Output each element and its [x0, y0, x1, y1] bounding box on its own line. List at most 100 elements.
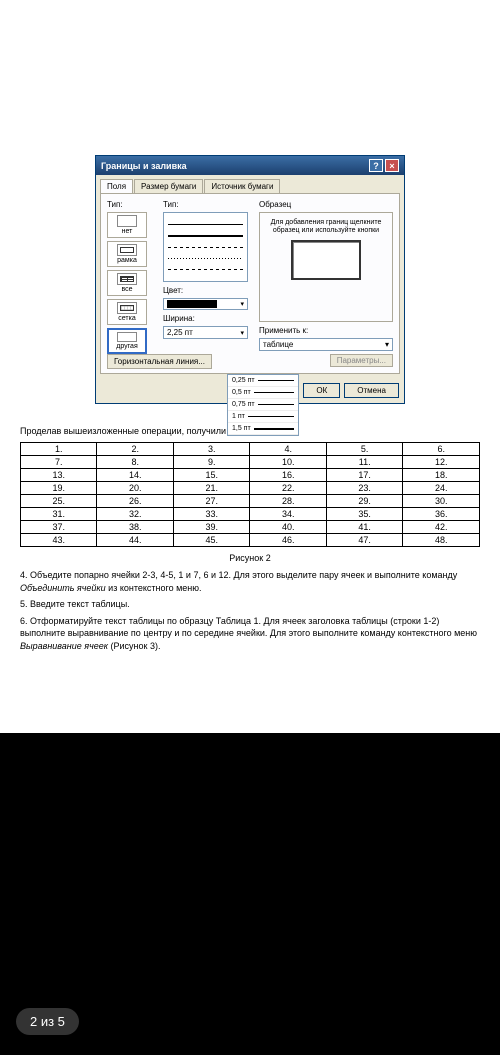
type-column: Тип: нет рамка все сетка другая [107, 200, 157, 367]
table-cell: 31. [21, 508, 97, 521]
cancel-button[interactable]: Отмена [344, 383, 399, 398]
help-button[interactable]: ? [369, 159, 383, 172]
table-row: 7.8.9.10.11.12. [21, 456, 480, 469]
table-row: 13.14.15.16.17.18. [21, 469, 480, 482]
table-row: 31.32.33.34.35.36. [21, 508, 480, 521]
type-none[interactable]: нет [107, 212, 147, 238]
table-cell: 44. [97, 534, 173, 547]
step-5: 5. Введите текст таблицы. [20, 598, 480, 611]
table-cell: 42. [403, 521, 480, 534]
type-all[interactable]: все [107, 270, 147, 296]
borders-dialog: Границы и заливка ? × Поля Размер бумаги… [95, 155, 405, 404]
table-cell: 12. [403, 456, 480, 469]
width-opt-15[interactable]: 1,5 пт [228, 423, 298, 435]
table-cell: 37. [21, 521, 97, 534]
table-cell: 43. [21, 534, 97, 547]
width-opt-1[interactable]: 1 пт [228, 411, 298, 423]
color-select[interactable]: ▾ [163, 298, 248, 310]
width-opt-025[interactable]: 0,25 пт [228, 375, 298, 387]
width-select[interactable]: 2,25 пт▾ [163, 326, 248, 339]
color-label: Цвет: [163, 286, 253, 295]
close-button[interactable]: × [385, 159, 399, 172]
horizontal-line-button[interactable]: Горизонтальная линия... [107, 354, 212, 369]
style-label: Тип: [163, 200, 253, 209]
table-cell: 41. [326, 521, 402, 534]
tab-paper-source[interactable]: Источник бумаги [204, 179, 280, 193]
table-cell: 48. [403, 534, 480, 547]
table-cell: 46. [250, 534, 326, 547]
table-cell: 9. [173, 456, 249, 469]
preview-grid[interactable] [291, 240, 361, 280]
table-cell: 22. [250, 482, 326, 495]
table-cell: 16. [250, 469, 326, 482]
dialog-body: Тип: нет рамка все сетка другая Тип: [100, 193, 400, 374]
dialog-tabs: Поля Размер бумаги Источник бумаги [96, 175, 404, 193]
table-cell: 34. [250, 508, 326, 521]
type-grid[interactable]: сетка [107, 299, 147, 325]
figure2-caption: Рисунок 2 [20, 553, 480, 563]
width-dropdown-list[interactable]: 0,25 пт 0,5 пт 0,75 пт 1 пт 1,5 пт [227, 374, 299, 436]
line-style-list[interactable] [163, 212, 248, 282]
table-cell: 38. [97, 521, 173, 534]
table-cell: 5. [326, 443, 402, 456]
params-button: Параметры... [330, 354, 393, 367]
step-4: 4. Объедите попарно ячейки 2-3, 4-5, 1 и… [20, 569, 480, 594]
dialog-title-text: Границы и заливка [101, 161, 187, 171]
table-cell: 36. [403, 508, 480, 521]
ok-button[interactable]: ОК [303, 383, 340, 398]
table-row: 19.20.21.22.23.24. [21, 482, 480, 495]
preview-hint: Для добавления границ щелкните образец и… [266, 219, 386, 236]
type-frame[interactable]: рамка [107, 241, 147, 267]
style-column: Тип: Цвет: ▾ Ширина: 2,25 пт▾ [163, 200, 253, 367]
table-cell: 28. [250, 495, 326, 508]
table-cell: 27. [173, 495, 249, 508]
table-cell: 17. [326, 469, 402, 482]
table-cell: 15. [173, 469, 249, 482]
table-cell: 14. [97, 469, 173, 482]
preview-box: Для добавления границ щелкните образец и… [259, 212, 393, 322]
type-other[interactable]: другая [107, 328, 147, 354]
apply-label: Применить к: [259, 326, 393, 335]
step-6: 6. Отформатируйте текст таблицы по образ… [20, 615, 480, 653]
table-cell: 7. [21, 456, 97, 469]
table-row: 25.26.27.28.29.30. [21, 495, 480, 508]
table-cell: 23. [326, 482, 402, 495]
top-margin [20, 20, 480, 155]
table-cell: 33. [173, 508, 249, 521]
page-indicator[interactable]: 2 из 5 [16, 1008, 79, 1035]
table-cell: 35. [326, 508, 402, 521]
apply-select[interactable]: таблице▾ [259, 338, 393, 351]
table-cell: 29. [326, 495, 402, 508]
width-opt-05[interactable]: 0,5 пт [228, 387, 298, 399]
table-cell: 25. [21, 495, 97, 508]
table-cell: 1. [21, 443, 97, 456]
table-cell: 19. [21, 482, 97, 495]
table-row: 37.38.39.40.41.42. [21, 521, 480, 534]
table-cell: 20. [97, 482, 173, 495]
type-label: Тип: [107, 200, 157, 209]
table-cell: 6. [403, 443, 480, 456]
table-cell: 32. [97, 508, 173, 521]
table-cell: 47. [326, 534, 402, 547]
result-table: 1.2.3.4.5.6.7.8.9.10.11.12.13.14.15.16.1… [20, 442, 480, 547]
width-label: Ширина: [163, 314, 253, 323]
document-page: Границы и заливка ? × Поля Размер бумаги… [0, 0, 500, 733]
table-row: 1.2.3.4.5.6. [21, 443, 480, 456]
table-cell: 39. [173, 521, 249, 534]
table-cell: 10. [250, 456, 326, 469]
table-cell: 40. [250, 521, 326, 534]
apply-row: Применить к: таблице▾ Параметры... [259, 326, 393, 351]
tab-paper-size[interactable]: Размер бумаги [134, 179, 203, 193]
table-cell: 11. [326, 456, 402, 469]
table-cell: 4. [250, 443, 326, 456]
table-cell: 30. [403, 495, 480, 508]
table-cell: 24. [403, 482, 480, 495]
width-opt-075[interactable]: 0,75 пт [228, 399, 298, 411]
table-cell: 8. [97, 456, 173, 469]
table-cell: 21. [173, 482, 249, 495]
table-cell: 13. [21, 469, 97, 482]
preview-column: Образец Для добавления границ щелкните о… [259, 200, 393, 367]
tab-fields[interactable]: Поля [100, 179, 133, 193]
preview-label: Образец [259, 200, 393, 209]
table-cell: 2. [97, 443, 173, 456]
